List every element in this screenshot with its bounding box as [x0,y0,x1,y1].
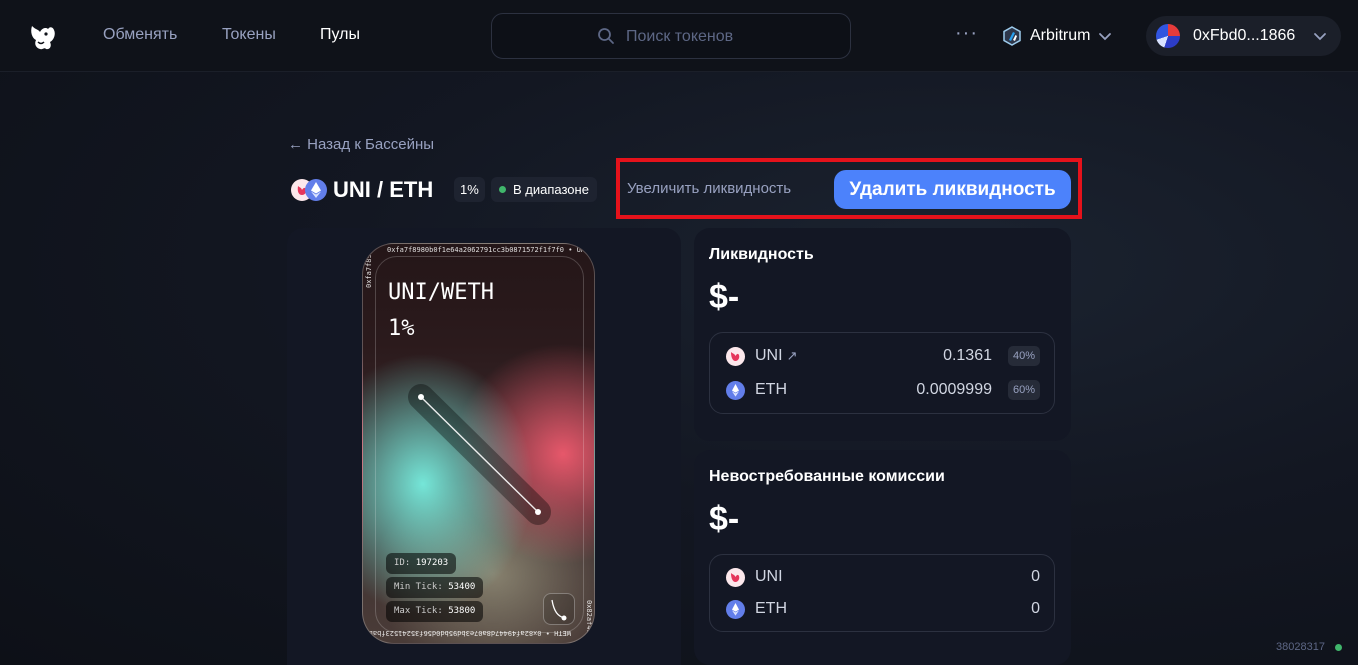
token-amount: 0 [1031,600,1040,617]
status-dot-icon [499,186,506,193]
fees-row-eth: ETH 0 [726,598,1040,620]
top-nav-bar: Обменять Токены Пулы Поиск токенов ··· A… [0,0,1358,72]
fees-row-uni: UNI 0 [726,566,1040,588]
nav-pools[interactable]: Пулы [320,26,360,44]
liquidity-row-uni: UNI ↗ 0.1361 40% [726,345,1040,367]
chevron-down-icon [1314,33,1326,41]
network-selector[interactable]: Arbitrum [1002,22,1112,50]
token-symbol: UNI ↗ [755,347,798,364]
fees-token-list: UNI 0 ETH 0 [709,554,1055,632]
token-symbol: ETH [755,600,787,617]
liquidity-card: Ликвидность $- UNI ↗ 0.1361 40% ETH 0.000… [694,228,1071,441]
block-number[interactable]: 38028317 [1276,641,1325,653]
liquidity-amount: $- [709,278,740,316]
range-status-badge: В диапазоне [491,177,597,202]
back-to-pools-link[interactable]: ← Назад к Бассейны [288,136,434,153]
token-amount: 0.0009999 [916,381,992,398]
search-icon [598,28,614,44]
token-amount: 0 [1031,568,1040,585]
wallet-address: 0xFbd0...1866 [1193,27,1296,44]
more-menu-icon[interactable]: ··· [955,22,978,45]
uni-token-icon [726,568,745,587]
nav-tokens[interactable]: Токены [222,26,276,44]
token-symbol: UNI [755,568,783,585]
external-link-icon[interactable]: ↗ [787,348,798,363]
nft-range-indicator-icon [543,593,575,625]
liquidity-token-list: UNI ↗ 0.1361 40% ETH 0.0009999 60% [709,332,1055,414]
increase-liquidity-button[interactable]: Увеличить ликвидность [627,180,791,197]
avatar [1156,24,1180,48]
search-placeholder: Поиск токенов [626,28,734,45]
unclaimed-fees-card: Невостребованные комиссии $- UNI 0 ETH 0 [694,450,1071,665]
token-share-badge: 60% [1007,380,1040,400]
liquidity-title: Ликвидность [709,246,814,263]
liquidity-row-eth: ETH 0.0009999 60% [726,379,1040,401]
status-dot-icon [1335,644,1342,651]
eth-token-icon [726,600,745,619]
fee-tier-badge: 1% [454,177,485,202]
search-input[interactable]: Поиск токенов [491,13,851,59]
range-status-label: В диапазоне [513,182,589,197]
uniswap-logo-icon[interactable] [26,20,60,54]
network-label: Arbitrum [1030,27,1091,44]
token-amount: 0.1361 [943,347,992,364]
nav-swap[interactable]: Обменять [103,26,177,44]
token-share-badge: 40% [1007,346,1040,366]
pool-pair-title: UNI / ETH [333,177,434,202]
eth-token-icon [726,381,745,400]
arbitrum-icon [1003,26,1021,46]
token-pair-icon [291,179,327,201]
wallet-button[interactable]: 0xFbd0...1866 [1146,16,1341,56]
fees-amount: $- [709,500,740,538]
nft-max-tick-tag: Max Tick: 53800 [386,601,484,622]
position-nft-image[interactable]: 0xfa7f8980b0f1e64a2062791cc3b0871572f1f7… [362,243,595,644]
chevron-down-icon [1099,33,1112,41]
remove-liquidity-button[interactable]: Удалить ликвидность [834,170,1071,209]
nft-min-tick-tag: Min Tick: 53400 [386,577,484,598]
uni-token-icon [726,347,745,366]
fees-title: Невостребованные комиссии [709,468,945,485]
nft-id-tag: ID: 197203 [386,553,457,574]
token-symbol: ETH [755,381,787,398]
